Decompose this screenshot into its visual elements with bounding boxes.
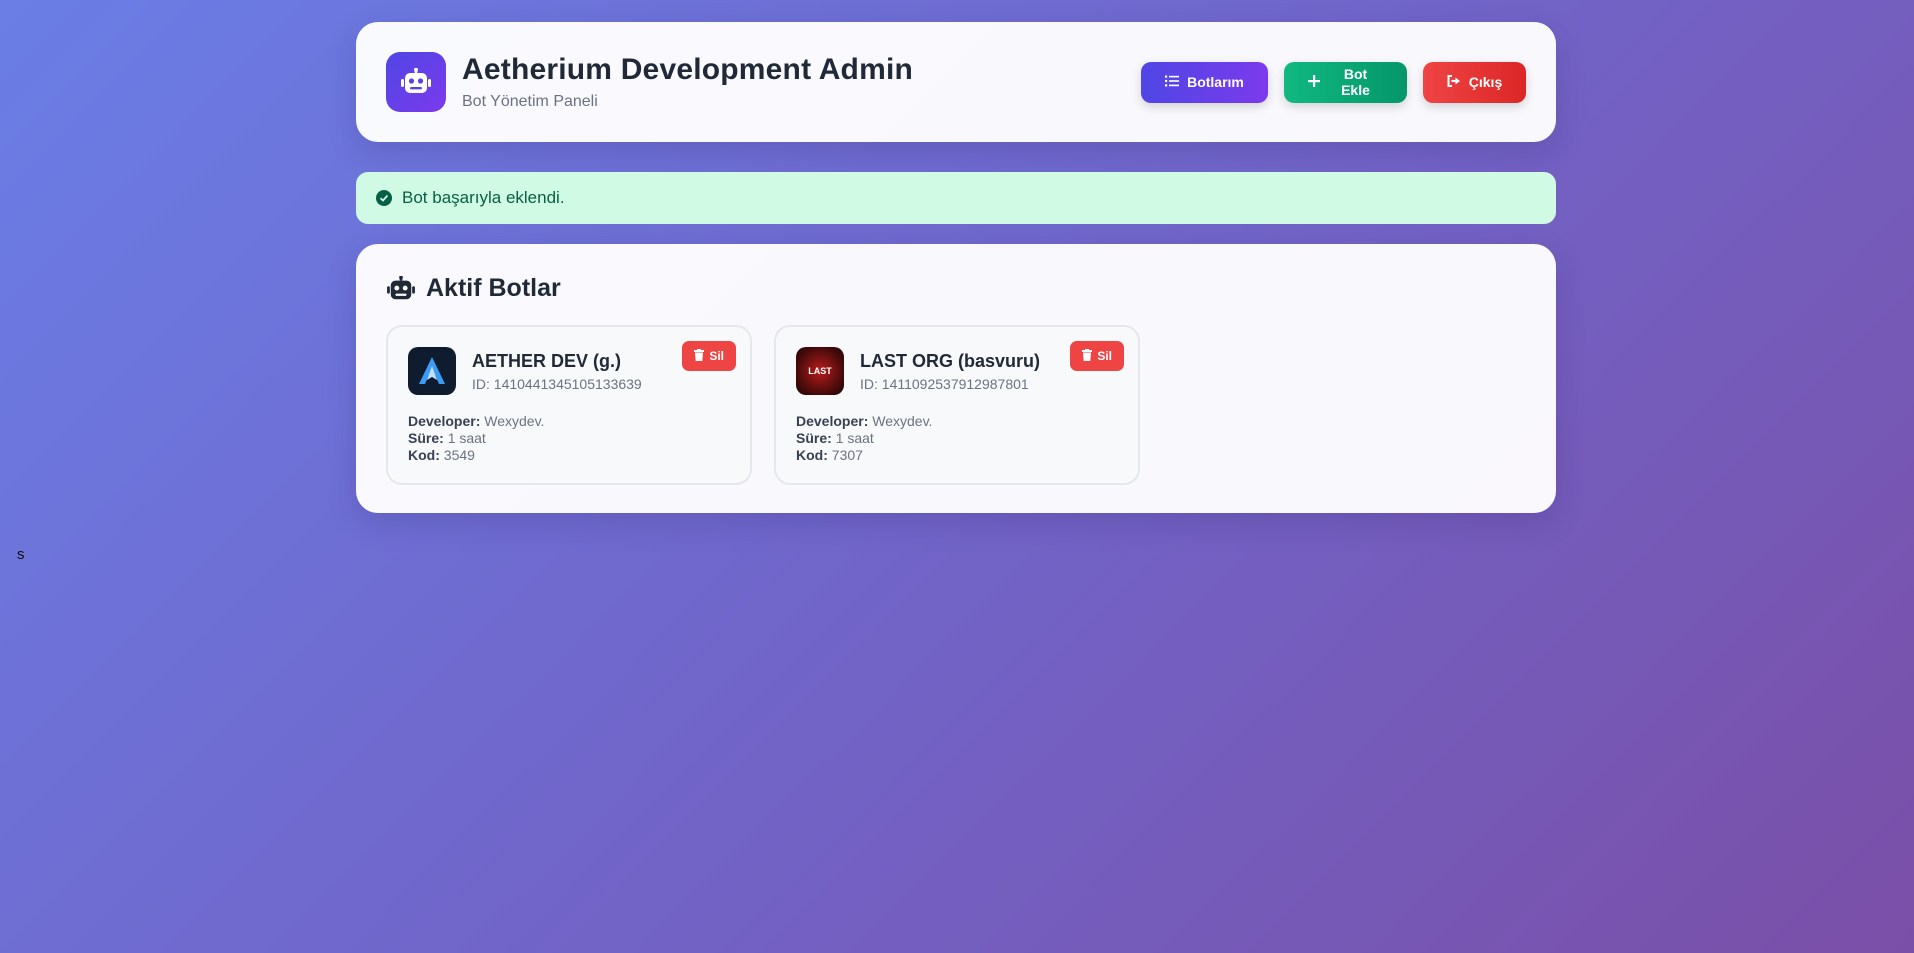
- header-nav: Botlarım Bot Ekle Çıkış: [1141, 61, 1526, 103]
- page-title: Aetherium Development Admin: [462, 53, 914, 86]
- code-value: 7307: [831, 447, 863, 463]
- code-row: Kod: 7307: [796, 447, 863, 463]
- duration-value: 1 saat: [835, 430, 874, 446]
- delete-bot-button[interactable]: Sil: [1070, 341, 1124, 371]
- developer-row: Developer: Wexydev.: [408, 413, 545, 429]
- panel-title: Aktif Botlar: [386, 274, 1526, 303]
- robot-logo-icon: [386, 52, 446, 112]
- code-value: 3549: [443, 447, 475, 463]
- my-bots-button[interactable]: Botlarım: [1141, 61, 1268, 103]
- bot-card-list: AETHER DEV (g.) ID: 1410441345105133639 …: [386, 325, 1526, 485]
- app-header: Aetherium Development Admin Bot Yönetim …: [356, 22, 1556, 142]
- bot-card: LAST LAST ORG (basvuru) ID: 141109253791…: [774, 325, 1140, 485]
- sign-out-icon: [1447, 74, 1461, 90]
- bot-card: AETHER DEV (g.) ID: 1410441345105133639 …: [386, 325, 752, 485]
- check-circle-icon: [376, 190, 392, 206]
- trash-icon: [1082, 348, 1093, 364]
- add-bot-label: Bot Ekle: [1341, 66, 1370, 98]
- aether-logo-icon: [419, 357, 445, 384]
- bot-id: ID: 1411092537912987801: [860, 375, 1029, 392]
- bot-info: AETHER DEV (g.) ID: 1410441345105133639: [472, 351, 642, 392]
- delete-bot-button[interactable]: Sil: [682, 341, 736, 371]
- bot-name: AETHER DEV (g.): [472, 350, 622, 371]
- add-bot-button[interactable]: Bot Ekle: [1284, 61, 1407, 103]
- success-alert: Bot başarıyla eklendi.: [356, 172, 1556, 224]
- robot-icon: [386, 275, 416, 302]
- my-bots-label: Botlarım: [1187, 74, 1244, 90]
- page-subtitle: Bot Yönetim Paneli: [462, 93, 598, 110]
- bot-name: LAST ORG (basvuru): [860, 350, 1041, 371]
- code-row: Kod: 3549: [408, 447, 475, 463]
- alert-message: Bot başarıyla eklendi.: [402, 188, 565, 207]
- bot-id: ID: 1410441345105133639: [472, 375, 642, 392]
- brand: Aetherium Development Admin Bot Yönetim …: [386, 52, 913, 112]
- duration-row: Süre: 1 saat: [796, 430, 874, 446]
- delete-label: Sil: [1097, 349, 1112, 363]
- delete-label: Sil: [709, 349, 724, 363]
- brand-text: Aetherium Development Admin Bot Yönetim …: [462, 53, 913, 111]
- plus-icon: [1308, 74, 1320, 90]
- panel-title-text: Aktif Botlar: [426, 274, 561, 302]
- bot-avatar: [408, 347, 456, 395]
- developer-value: Wexydev.: [872, 413, 933, 429]
- last-logo-text: LAST: [808, 366, 832, 376]
- duration-row: Süre: 1 saat: [408, 430, 486, 446]
- logout-button[interactable]: Çıkış: [1423, 61, 1526, 103]
- trash-icon: [694, 348, 705, 364]
- developer-value: Wexydev.: [484, 413, 545, 429]
- developer-row: Developer: Wexydev.: [796, 413, 933, 429]
- list-icon: [1165, 74, 1180, 90]
- logout-label: Çıkış: [1468, 74, 1503, 90]
- active-bots-panel: Aktif Botlar AETHER DEV (g.) ID: 1410441…: [356, 244, 1556, 513]
- bot-avatar: LAST: [796, 347, 844, 395]
- stray-text: s: [17, 546, 25, 563]
- admin-container: Aetherium Development Admin Bot Yönetim …: [356, 22, 1556, 513]
- bot-meta: Developer: Wexydev. Süre: 1 saat Kod: 73…: [796, 413, 1118, 464]
- bot-info: LAST ORG (basvuru) ID: 14110925379129878…: [860, 351, 1040, 392]
- bot-meta: Developer: Wexydev. Süre: 1 saat Kod: 35…: [408, 413, 730, 464]
- duration-value: 1 saat: [447, 430, 486, 446]
